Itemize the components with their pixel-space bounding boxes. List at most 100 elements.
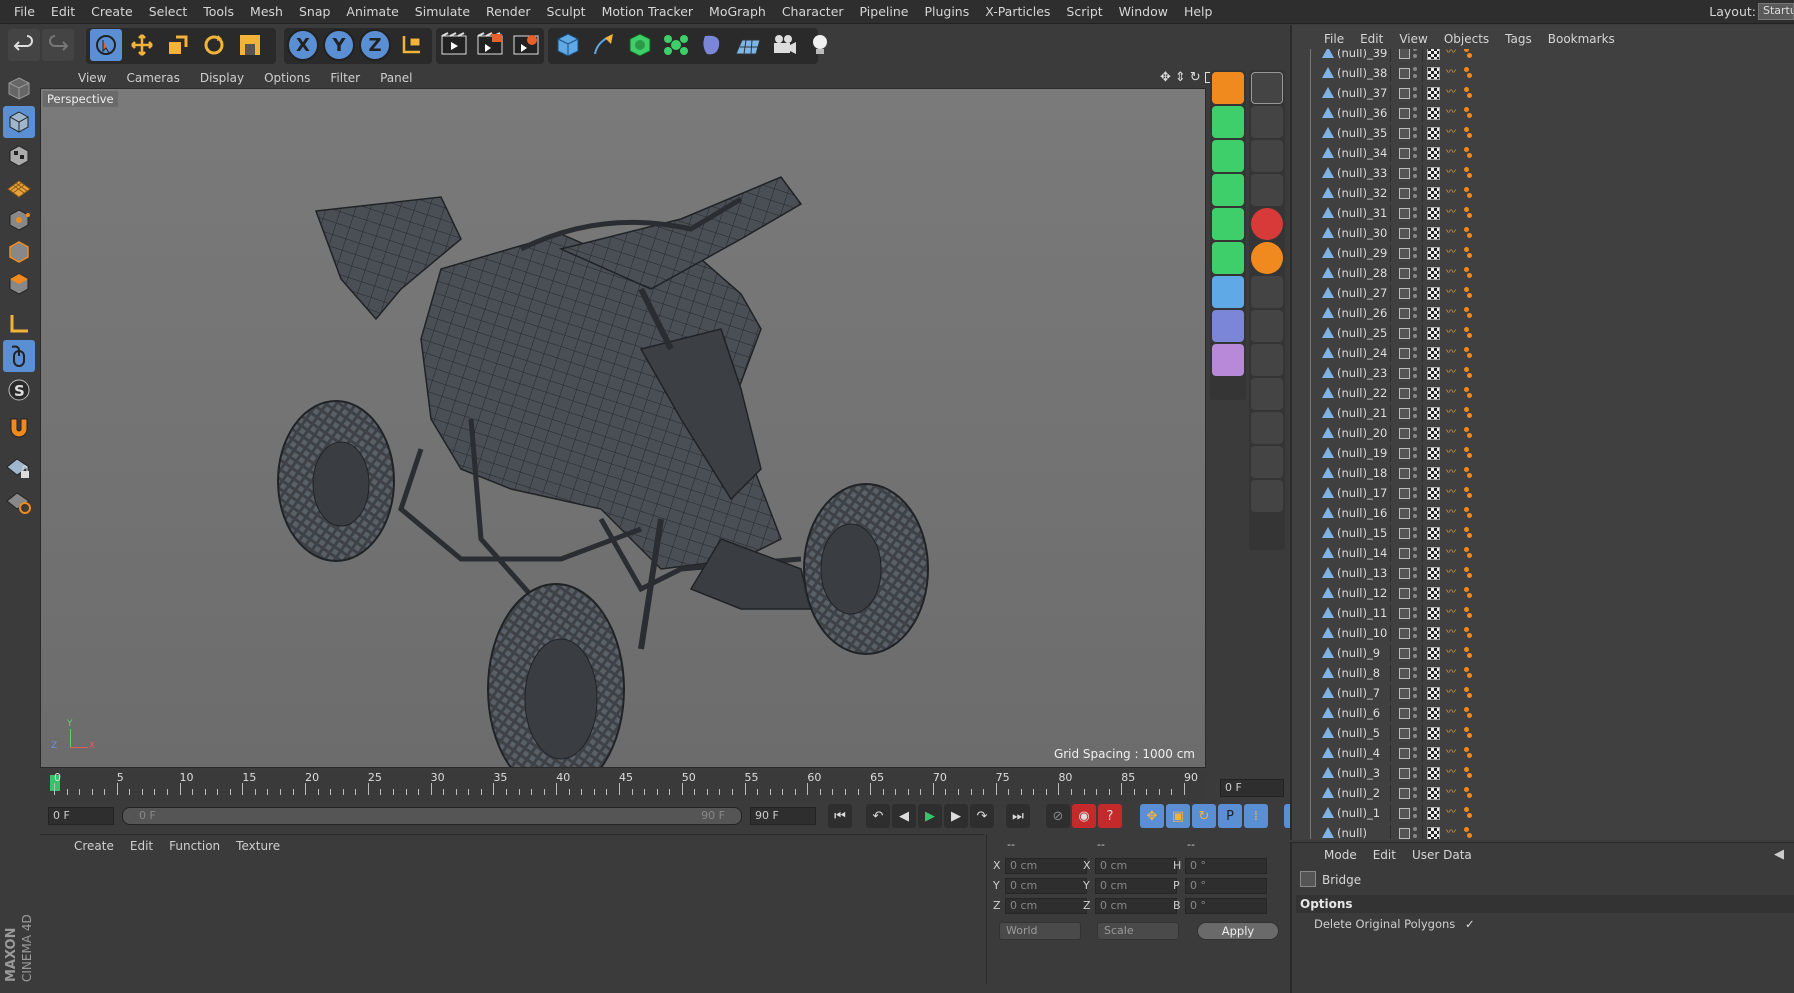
- phong-tag-icon[interactable]: 〰: [1446, 747, 1460, 759]
- texture-tag-icon[interactable]: [1427, 487, 1440, 500]
- selection-tag-icon[interactable]: [1464, 67, 1472, 79]
- object-name[interactable]: (null)_19: [1337, 446, 1387, 460]
- render-visibility-icon[interactable]: [1413, 407, 1417, 419]
- object-row[interactable]: (null)_15 〰: [1292, 523, 1794, 543]
- render-visibility-icon[interactable]: [1413, 227, 1417, 239]
- selection-tag-icon[interactable]: [1464, 627, 1472, 639]
- object-row[interactable]: (null)_31 〰: [1292, 203, 1794, 223]
- coord-space-dropdown[interactable]: World: [999, 922, 1081, 940]
- snap-icon[interactable]: S: [3, 374, 35, 406]
- editor-visibility-icon[interactable]: [1399, 228, 1410, 239]
- editor-visibility-icon[interactable]: [1399, 828, 1410, 839]
- object-name[interactable]: (null)_13: [1337, 566, 1387, 580]
- texture-tag-icon[interactable]: [1427, 107, 1440, 120]
- editor-visibility-icon[interactable]: [1399, 128, 1410, 139]
- object-row[interactable]: (null)_33 〰: [1292, 163, 1794, 183]
- render-visibility-icon[interactable]: [1413, 687, 1417, 699]
- editor-visibility-icon[interactable]: [1399, 548, 1410, 559]
- model-mode-icon[interactable]: [3, 106, 35, 138]
- frame-range-slider[interactable]: 0 F 90 F: [122, 807, 742, 825]
- texture-tag-icon[interactable]: [1427, 607, 1440, 620]
- editor-visibility-icon[interactable]: [1399, 688, 1410, 699]
- scale-icon[interactable]: [162, 29, 194, 61]
- texture-tag-icon[interactable]: [1427, 127, 1440, 140]
- texture-tag-icon[interactable]: [1427, 587, 1440, 600]
- object-name[interactable]: (null)_20: [1337, 426, 1387, 440]
- object-name[interactable]: (null)_8: [1337, 666, 1380, 680]
- texture-tag-icon[interactable]: [1427, 707, 1440, 720]
- render-visibility-icon[interactable]: [1413, 507, 1417, 519]
- object-row[interactable]: (null)_23 〰: [1292, 363, 1794, 383]
- phong-tag-icon[interactable]: 〰: [1446, 227, 1460, 239]
- texture-tag-icon[interactable]: [1427, 87, 1440, 100]
- object-name[interactable]: (null)_12: [1337, 586, 1387, 600]
- render-visibility-icon[interactable]: [1413, 667, 1417, 679]
- object-row[interactable]: (null)_11 〰: [1292, 603, 1794, 623]
- object-name[interactable]: (null)_14: [1337, 546, 1387, 560]
- navigation-icon[interactable]: [1251, 72, 1283, 104]
- delete-original-polygons-option[interactable]: Delete Original Polygons ✓: [1314, 917, 1475, 931]
- phong-tag-icon[interactable]: 〰: [1446, 67, 1460, 79]
- solo-mode-icon[interactable]: [3, 486, 35, 518]
- menu-mograph[interactable]: MoGraph: [701, 4, 774, 19]
- redo-icon[interactable]: [42, 29, 74, 61]
- object-name[interactable]: (null)_28: [1337, 266, 1387, 280]
- selection-tag-icon[interactable]: [1464, 687, 1472, 699]
- editor-visibility-icon[interactable]: [1399, 568, 1410, 579]
- selection-tag-icon[interactable]: [1464, 567, 1472, 579]
- viewport-menu-view[interactable]: View: [68, 71, 116, 85]
- selection-tag-icon[interactable]: [1464, 507, 1472, 519]
- render-visibility-icon[interactable]: [1413, 147, 1417, 159]
- object-row[interactable]: (null)_22 〰: [1292, 383, 1794, 403]
- phong-tag-icon[interactable]: 〰: [1446, 367, 1460, 379]
- subdivision-surface-icon[interactable]: [624, 29, 656, 61]
- selection-tag-icon[interactable]: [1464, 287, 1472, 299]
- render-visibility-icon[interactable]: [1413, 747, 1417, 759]
- selection-tag-icon[interactable]: [1464, 787, 1472, 799]
- cloner-icon[interactable]: [660, 29, 692, 61]
- phong-tag-icon[interactable]: 〰: [1446, 727, 1460, 739]
- menu-motion-tracker[interactable]: Motion Tracker: [594, 4, 701, 19]
- object-row[interactable]: (null)_4 〰: [1292, 743, 1794, 763]
- render-visibility-icon[interactable]: [1413, 167, 1417, 179]
- texture-tag-icon[interactable]: [1427, 287, 1440, 300]
- phong-tag-icon[interactable]: 〰: [1446, 527, 1460, 539]
- phong-tag-icon[interactable]: 〰: [1446, 307, 1460, 319]
- editor-visibility-icon[interactable]: [1399, 268, 1410, 279]
- record-rotation-icon[interactable]: ↻: [1192, 804, 1216, 828]
- object-row[interactable]: (null)_29 〰: [1292, 243, 1794, 263]
- object-row[interactable]: (null)_38 〰: [1292, 63, 1794, 83]
- magnet-icon[interactable]: [3, 412, 35, 444]
- render-to-picture-viewer-icon[interactable]: [474, 29, 506, 61]
- selection-tag-icon[interactable]: [1464, 167, 1472, 179]
- attribute-menu-user-data[interactable]: User Data: [1404, 848, 1480, 862]
- selection-tag-icon[interactable]: [1464, 667, 1472, 679]
- editor-visibility-icon[interactable]: [1399, 368, 1410, 379]
- record-disabled-icon[interactable]: ⊘: [1046, 804, 1070, 828]
- object-row[interactable]: (null)_21 〰: [1292, 403, 1794, 423]
- object-name[interactable]: (null)_26: [1337, 306, 1387, 320]
- pan-icon[interactable]: ✥: [1160, 70, 1171, 85]
- object-name[interactable]: (null)_18: [1337, 466, 1387, 480]
- viewport-menu-options[interactable]: Options: [254, 71, 320, 85]
- phong-tag-icon[interactable]: 〰: [1446, 107, 1460, 119]
- editor-visibility-icon[interactable]: [1399, 528, 1410, 539]
- phong-tag-icon[interactable]: 〰: [1446, 87, 1460, 99]
- phong-tag-icon[interactable]: 〰: [1446, 547, 1460, 559]
- render-visibility-icon[interactable]: [1413, 707, 1417, 719]
- options-section-header[interactable]: Options: [1296, 895, 1794, 913]
- move-icon[interactable]: [126, 29, 158, 61]
- current-frame-field[interactable]: 0 F: [1220, 779, 1284, 797]
- phong-tag-icon[interactable]: 〰: [1446, 647, 1460, 659]
- object-name[interactable]: (null)_23: [1337, 366, 1387, 380]
- material-menu-texture[interactable]: Texture: [228, 839, 288, 853]
- selection-tag-icon[interactable]: [1464, 807, 1472, 819]
- object-name[interactable]: (null)_11: [1337, 606, 1387, 620]
- menu-edit[interactable]: Edit: [43, 4, 83, 19]
- selection-tag-icon[interactable]: [1464, 407, 1472, 419]
- render-visibility-icon[interactable]: [1413, 187, 1417, 199]
- axis-mode-icon[interactable]: [3, 308, 35, 340]
- object-name[interactable]: (null)_32: [1337, 186, 1387, 200]
- joint-icon[interactable]: [1251, 106, 1283, 138]
- object-name[interactable]: (null)_16: [1337, 506, 1387, 520]
